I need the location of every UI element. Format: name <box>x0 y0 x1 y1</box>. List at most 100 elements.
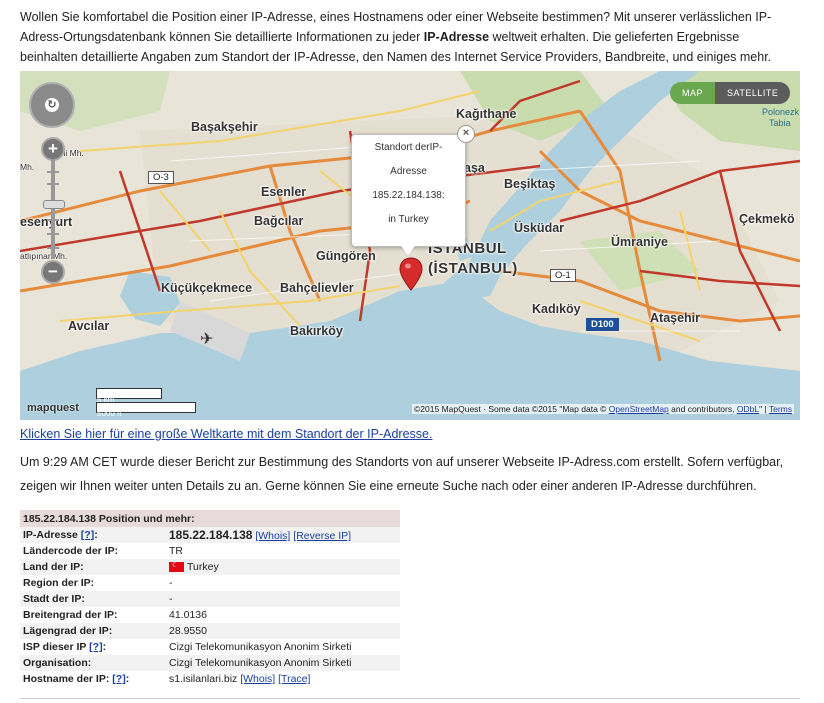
map-label-esenyurt: esenyurt <box>20 215 73 229</box>
table-row: Region der IP: - <box>20 575 400 591</box>
map-label-cekmekoy: Çekmekö <box>739 212 795 226</box>
row-value: Cizgi Telekomunikasyon Anonim Sirketi <box>166 639 400 655</box>
turkey-flag-icon <box>169 561 184 573</box>
row-label: Ländercode der IP: <box>20 543 166 559</box>
intro-paragraph: Wollen Sie komfortabel die Position eine… <box>20 7 800 67</box>
popup-line-2: Adresse <box>390 166 427 177</box>
table-row: Organisation: Cizgi Telekomunikasyon Ano… <box>20 655 400 671</box>
row-value: s1.isilanlari.biz [Whois] [Trace] <box>166 671 400 687</box>
map-label-umraniye: Ümraniye <box>611 235 668 249</box>
zoom-tick <box>47 219 59 221</box>
map-label-tabia: Tabia <box>769 118 791 128</box>
help-link[interactable]: [?] <box>81 529 94 541</box>
world-map-link[interactable]: Klicken Sie hier für eine große Weltkart… <box>20 427 432 441</box>
attribution-text: " | <box>759 404 769 414</box>
zoom-slider-handle[interactable] <box>43 200 65 209</box>
zoom-tick <box>47 183 59 185</box>
map-label-bagcilar: Bağcılar <box>254 214 304 228</box>
ip-label: IP-Adresse <box>23 529 78 541</box>
zoom-tick <box>47 171 59 173</box>
row-label: Lägengrad der IP: <box>20 623 166 639</box>
odbl-link[interactable]: ODbL <box>737 404 759 414</box>
pan-center-icon[interactable]: ↻ <box>45 98 59 112</box>
map-label-bahcelievler: Bahçelievler <box>280 281 354 295</box>
map-label-istanbul-paren: (İSTANBUL) <box>428 260 518 277</box>
row-label: Hostname der IP: [?]: <box>20 671 166 687</box>
popup-line-3: 185.22.184.138: <box>372 190 445 201</box>
road-shield-d100: D100 <box>586 318 619 331</box>
row-label: Region der IP: <box>20 575 166 591</box>
row-value: - <box>166 575 400 591</box>
row-value: TR <box>166 543 400 559</box>
table-row: Stadt der IP: - <box>20 591 400 607</box>
row-label: Breitengrad der IP: <box>20 607 166 623</box>
map-label-kagithane: Kağıthane <box>456 107 517 121</box>
row-value: Cizgi Telekomunikasyon Anonim Sirketi <box>166 655 400 671</box>
row-value: Turkey <box>166 559 400 575</box>
scale-bar-mi: 5000 ft <box>96 402 196 418</box>
table-row: Breitengrad der IP: 41.0136 <box>20 607 400 623</box>
trace-link[interactable]: [Trace] <box>278 673 310 685</box>
table-header: 185.22.184.138 Position und mehr: <box>20 510 400 527</box>
table-row: Land der IP: Turkey <box>20 559 400 575</box>
popup-line-1: Standort derIP- <box>374 142 443 153</box>
help-link[interactable]: [?] <box>112 673 125 685</box>
isp-label: ISP dieser IP <box>23 641 87 653</box>
table-row: Lägengrad der IP: 28.9550 <box>20 623 400 639</box>
map[interactable]: Başakşehir Kağıthane aşa Beşiktaş Esenle… <box>20 71 800 420</box>
hostname-label: Hostname der IP: <box>23 673 110 685</box>
zoom-in-button[interactable]: + <box>41 137 65 161</box>
row-value: - <box>166 591 400 607</box>
popup-close-button[interactable]: × <box>457 125 475 143</box>
popup-tail <box>399 243 417 255</box>
map-label-kucukcekmece: Küçükçekmece <box>161 281 253 295</box>
zoom-out-button[interactable]: − <box>41 260 65 284</box>
report-paragraph: Um 9:29 AM CET wurde dieser Bericht zur … <box>20 455 784 493</box>
map-label-bakirkoy: Bakırköy <box>290 324 343 338</box>
reverse-ip-link[interactable]: [Reverse IP] <box>293 530 351 542</box>
pan-control[interactable]: ↻ <box>29 82 75 128</box>
map-label-basaksehir: Başakşehir <box>191 120 258 134</box>
row-label: ISP dieser IP [?]: <box>20 639 166 655</box>
table-row: Ländercode der IP: TR <box>20 543 400 559</box>
map-label-tatlipinar: atlıpınar Mh. <box>20 251 68 261</box>
ip-value: 185.22.184.138 <box>169 528 253 542</box>
map-label-kadikoy: Kadıköy <box>532 302 581 316</box>
map-label-gungoren: Güngören <box>316 249 376 263</box>
map-label-polonezkoy: Polonezk <box>762 107 800 117</box>
map-label-esenler: Esenler <box>261 185 307 199</box>
table-row: ISP dieser IP [?]: Cizgi Telekomunikasyo… <box>20 639 400 655</box>
airport-icon: ✈ <box>200 331 214 348</box>
satellite-button[interactable]: SATELLITE <box>715 82 791 104</box>
row-label: Stadt der IP: <box>20 591 166 607</box>
terms-link[interactable]: Terms <box>769 404 792 414</box>
whois-link[interactable]: [Whois] <box>240 673 275 685</box>
map-label-besiktas: Beşiktaş <box>504 177 556 191</box>
intro-bold: IP-Adresse <box>423 30 490 44</box>
map-label-pasa: aşa <box>464 161 485 175</box>
bottom-divider <box>20 698 800 699</box>
scale-label-mi: 5000 ft <box>97 409 122 418</box>
row-label: Organisation: <box>20 655 166 671</box>
table-row: IP-Adresse [?]: 185.22.184.138 [Whois] [… <box>20 527 400 543</box>
ip-info-table: 185.22.184.138 Position und mehr: IP-Adr… <box>20 510 400 687</box>
location-popup: Standort derIP- Adresse 185.22.184.138: … <box>351 134 466 247</box>
map-button[interactable]: MAP <box>670 82 716 104</box>
zoom-tick <box>47 233 59 235</box>
scale-bar-km: 5 km <box>96 388 162 404</box>
attribution-text: ©2015 MapQuest · Some data ©2015 "Map da… <box>414 404 609 414</box>
zoom-slider-track[interactable] <box>51 159 55 259</box>
help-link[interactable]: [?] <box>89 641 102 653</box>
road-shield-o3: O-3 <box>148 171 174 184</box>
whois-link[interactable]: [Whois] <box>255 530 290 542</box>
map-label-avcilar: Avcılar <box>68 319 110 333</box>
table-header-row: 185.22.184.138 Position und mehr: <box>20 510 400 527</box>
hostname-value: s1.isilanlari.biz <box>169 673 238 685</box>
row-value: 185.22.184.138 [Whois] [Reverse IP] <box>166 527 400 543</box>
table-row: Hostname der IP: [?]: s1.isilanlari.biz … <box>20 671 400 687</box>
osm-link[interactable]: OpenStreetMap <box>609 404 669 414</box>
location-pin-icon[interactable] <box>398 257 424 291</box>
row-label: Land der IP: <box>20 559 166 575</box>
map-scale: 5 km 5000 ft <box>96 388 196 418</box>
map-attribution: ©2015 MapQuest · Some data ©2015 "Map da… <box>412 404 794 414</box>
